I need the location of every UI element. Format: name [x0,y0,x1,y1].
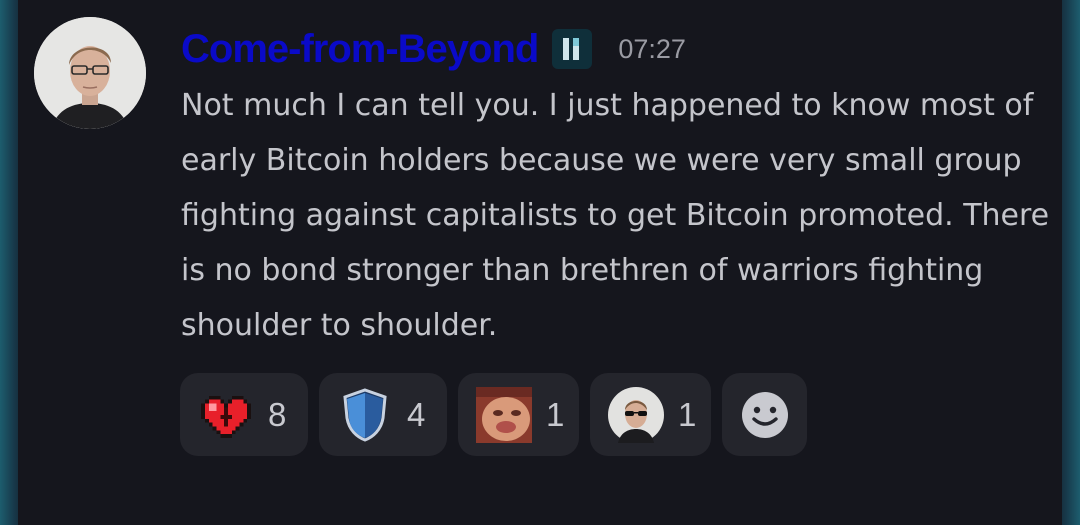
reaction-count: 1 [678,395,697,433]
reaction-count: 4 [407,395,426,433]
user-avatar-icon [34,17,146,129]
pixel-heart-icon [198,387,254,443]
face-emote-icon [476,386,532,443]
reaction-heart[interactable]: 8 [180,373,308,456]
username[interactable]: Come-from-Beyond [181,27,539,72]
shield-icon [337,387,393,443]
reaction-sunglasses-avatar[interactable]: 1 [590,373,711,456]
message-header: Come-from-Beyond 07:27 [181,24,686,74]
reaction-face-emote[interactable]: 1 [458,373,579,456]
reaction-bar: 8 4 1 1 [180,373,807,456]
sunglasses-avatar-icon [608,386,664,443]
reaction-count: 8 [268,395,287,433]
reaction-shield[interactable]: 4 [319,373,447,456]
message-text: Not much I can tell you. I just happened… [181,88,1050,343]
reaction-count: 1 [546,395,565,433]
role-tag-icon[interactable] [552,29,593,69]
smiley-add-reaction-icon [737,387,793,443]
timestamp: 07:27 [618,33,686,64]
avatar[interactable] [34,17,146,129]
add-reaction-button[interactable] [722,373,807,456]
